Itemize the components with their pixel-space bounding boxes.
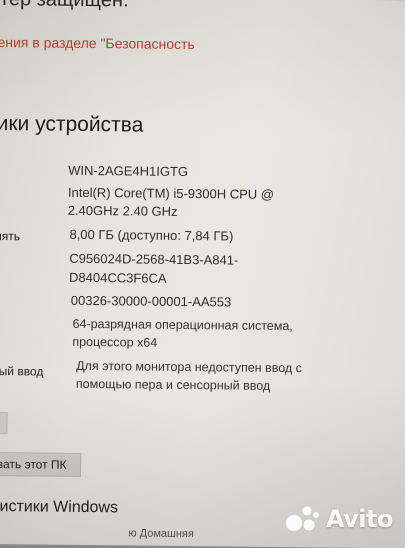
settings-screen: тер защищен. ения в разделе "Безопасност… — [0, 0, 405, 548]
pen-touch-value-line1: Для этого монитора недоступен ввод с — [76, 358, 303, 376]
device-specs-heading: ики устройства — [0, 112, 144, 137]
windows-specs-heading: ристики Windows — [0, 497, 119, 517]
device-name-value: WIN-2AGE4H1IGTG — [68, 162, 189, 180]
security-settings-link[interactable]: ения в разделе "Безопасность — [0, 34, 195, 52]
windows-edition-value: ю Домашняя — [128, 527, 194, 541]
rename-pc-button[interactable]: овать этот ПК — [0, 451, 82, 477]
rename-pc-button-label: овать этот ПК — [0, 456, 67, 472]
avito-watermark: Avito — [284, 504, 394, 534]
system-type-value-line2: процессор x64 — [72, 334, 158, 350]
processor-value-line2: 2.40GHz 2.40 GHz — [67, 202, 178, 219]
product-id-value: 00326-30000-00001-AA553 — [70, 292, 232, 310]
device-id-value-line1: C956024D-2568-41B3-A841- — [69, 250, 239, 268]
device-id-value-line2: D8404CC3F6CA — [68, 269, 167, 286]
avito-logo-icon — [285, 506, 319, 531]
pen-touch-value-line2: помощью пера и сенсорный ввод — [75, 376, 271, 393]
pen-touch-label: ный ввод — [0, 364, 44, 379]
protection-status-title: тер защищен. — [0, 0, 129, 12]
processor-value-line1: Intel(R) Core(TM) i5-9300H CPU @ — [67, 184, 275, 202]
system-type-value-line1: 64-разрядная операционная система, — [72, 316, 293, 334]
copy-button[interactable]: » — [0, 411, 8, 435]
avito-watermark-text: Avito — [325, 505, 394, 533]
ram-value: 8,00 ГБ (доступно: 7,84 ГБ) — [69, 226, 234, 244]
ram-label: мять — [0, 229, 21, 244]
